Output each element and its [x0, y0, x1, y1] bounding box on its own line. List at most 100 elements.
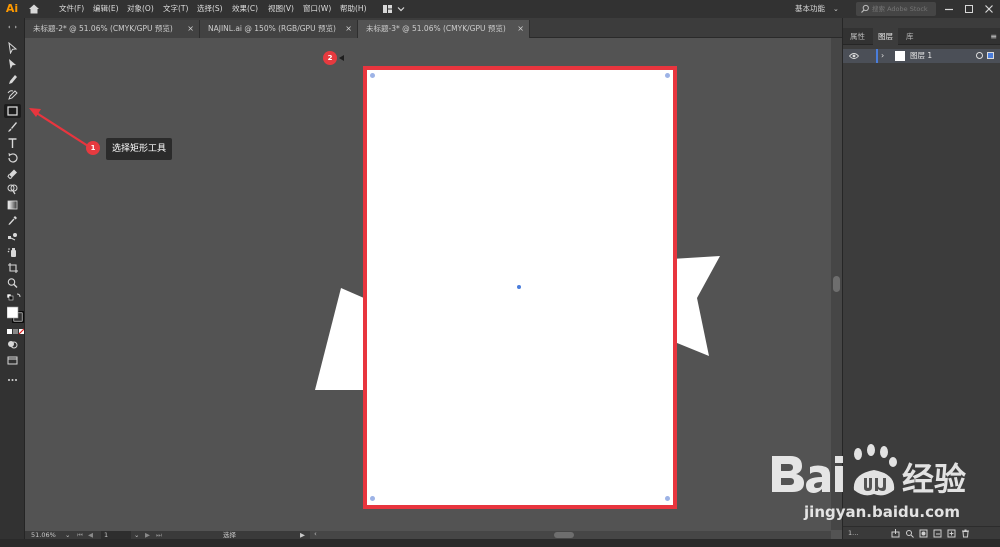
menu-bar: Ai 文件(F) 编辑(E) 对象(O) 文字(T) 选择(S) 效果(C) 视… — [0, 0, 1000, 18]
tab-najinl[interactable]: NAJINL.ai @ 150% (RGB/GPU 预览) × — [200, 20, 358, 38]
watermark-url: jingyan.baidu.com — [804, 503, 960, 521]
current-tool-label: 选择 — [223, 531, 236, 539]
default-colors-swap[interactable] — [4, 292, 21, 302]
gradient-tool[interactable] — [4, 198, 21, 212]
pen-tool[interactable] — [4, 73, 21, 87]
zoom-dropdown-icon[interactable]: ⌄ — [65, 531, 70, 539]
arrange-documents-button[interactable] — [380, 3, 408, 15]
layer-row[interactable]: › 图层 1 — [843, 49, 1000, 63]
type-tool[interactable] — [4, 136, 21, 150]
stock-search-input[interactable] — [872, 2, 934, 16]
collapse-icon — [8, 25, 17, 29]
layer-name[interactable]: 图层 1 — [910, 49, 932, 63]
menu-object[interactable]: 对象(O) — [127, 0, 154, 18]
tab-libraries[interactable]: 库 — [901, 28, 919, 45]
selection-indicator-icon[interactable] — [987, 52, 994, 59]
shape-builder-tool[interactable] — [4, 182, 21, 196]
scroll-left-icon[interactable]: ‹ — [314, 530, 317, 538]
eraser-tool[interactable] — [4, 167, 21, 181]
rectangle-icon — [7, 106, 18, 116]
menu-edit[interactable]: 编辑(E) — [93, 0, 119, 18]
new-sublayer-icon[interactable] — [933, 529, 942, 538]
home-icon — [29, 4, 39, 14]
artboard-tool[interactable] — [4, 261, 21, 275]
fill-stroke-widget[interactable] — [4, 303, 24, 325]
tab-close-icon[interactable]: × — [187, 20, 194, 38]
menu-effect[interactable]: 效果(C) — [232, 0, 258, 18]
workspace-switcher[interactable]: 基本功能 — [795, 0, 825, 18]
zoom-tool[interactable] — [4, 276, 21, 290]
vertical-scroll-thumb[interactable] — [833, 276, 840, 292]
status-menu-icon[interactable]: ▶ — [300, 531, 305, 539]
selection-tool[interactable] — [4, 41, 21, 55]
prev-artboard-icon[interactable]: ◀ — [88, 531, 93, 539]
paintbrush-tool[interactable] — [4, 120, 21, 134]
close-window-button[interactable] — [982, 2, 996, 16]
stock-search-box[interactable] — [856, 2, 936, 16]
maximize-icon — [965, 5, 973, 13]
svg-text:经验: 经验 — [902, 460, 966, 498]
eyedropper-tool[interactable] — [4, 214, 21, 228]
horizontal-scrollbar[interactable]: ‹ — [310, 530, 831, 539]
anchor-point[interactable] — [370, 73, 375, 78]
menu-window[interactable]: 窗口(W) — [303, 0, 331, 18]
delete-layer-icon[interactable] — [961, 529, 970, 538]
new-layer-icon[interactable] — [947, 529, 956, 538]
chevron-down-icon[interactable]: ⌄ — [833, 0, 839, 18]
tools-panel — [0, 18, 25, 539]
home-button[interactable] — [27, 2, 41, 16]
next-artboard-icon[interactable]: ▶ — [145, 531, 150, 539]
artboard-number-field[interactable]: 1 — [101, 531, 131, 539]
symbol-sprayer-tool[interactable] — [4, 245, 21, 259]
horizontal-scroll-thumb[interactable] — [554, 532, 574, 538]
menu-select[interactable]: 选择(S) — [197, 0, 223, 18]
canvas[interactable]: 1 选择矩形工具 2 — [25, 38, 831, 530]
export-icon[interactable] — [891, 529, 900, 538]
curvature-tool[interactable] — [4, 88, 21, 102]
zoom-level[interactable]: 51.06% — [31, 531, 56, 539]
target-circle-icon[interactable] — [976, 52, 983, 59]
first-artboard-icon[interactable]: ⏮ — [77, 531, 83, 539]
type-icon — [8, 138, 17, 148]
tab-layers[interactable]: 图层 — [873, 28, 898, 45]
tab-close-icon[interactable]: × — [345, 20, 352, 38]
menu-view[interactable]: 视图(V) — [268, 0, 294, 18]
tab-close-icon[interactable]: × — [517, 20, 524, 38]
tab-untitled-3[interactable]: 未标题-3* @ 51.06% (CMYK/GPU 预览) × — [358, 20, 530, 38]
draw-mode-button[interactable] — [4, 338, 21, 350]
blend-tool[interactable] — [4, 230, 21, 244]
menu-help[interactable]: 帮助(H) — [340, 0, 367, 18]
center-point[interactable] — [517, 285, 521, 289]
color-mode-buttons[interactable] — [4, 327, 24, 337]
tab-label: 未标题-2* @ 51.06% (CMYK/GPU 预览) — [33, 24, 173, 33]
tab-untitled-2[interactable]: 未标题-2* @ 51.06% (CMYK/GPU 预览) × — [25, 20, 200, 38]
zoom-icon — [7, 278, 18, 288]
last-artboard-icon[interactable]: ⏭ — [156, 531, 162, 539]
tab-properties[interactable]: 属性 — [845, 28, 870, 45]
fill-stroke-icon — [7, 306, 24, 323]
artboard-dropdown-icon[interactable]: ⌄ — [134, 531, 139, 539]
tab-label: 未标题-3* @ 51.06% (CMYK/GPU 预览) — [366, 24, 506, 33]
eraser-icon — [7, 169, 17, 180]
maximize-button[interactable] — [962, 2, 976, 16]
direct-selection-tool[interactable] — [4, 57, 21, 71]
tab-label: NAJINL.ai @ 150% (RGB/GPU 预览) — [208, 24, 336, 33]
minimize-icon — [945, 8, 953, 11]
edit-toolbar-button[interactable] — [4, 376, 21, 386]
locate-object-icon[interactable] — [905, 529, 914, 538]
anchor-point[interactable] — [665, 73, 670, 78]
minimize-button[interactable] — [942, 2, 956, 16]
visibility-eye-icon[interactable] — [849, 52, 859, 60]
rectangle-tool[interactable] — [4, 104, 21, 118]
screen-mode-button[interactable] — [4, 354, 21, 366]
toolbar-collapse-handle[interactable] — [4, 24, 21, 29]
panel-menu-icon[interactable]: ≡ — [990, 28, 997, 45]
expand-chevron-icon[interactable]: › — [881, 49, 884, 63]
anchor-point[interactable] — [665, 496, 670, 501]
menu-file[interactable]: 文件(F) — [59, 0, 84, 18]
anchor-point[interactable] — [370, 496, 375, 501]
rotate-tool[interactable] — [4, 151, 21, 165]
baidu-jingyan-watermark: 经验 jingyan.baidu.com — [768, 440, 996, 530]
menu-type[interactable]: 文字(T) — [163, 0, 188, 18]
clipping-mask-icon[interactable] — [919, 529, 928, 538]
